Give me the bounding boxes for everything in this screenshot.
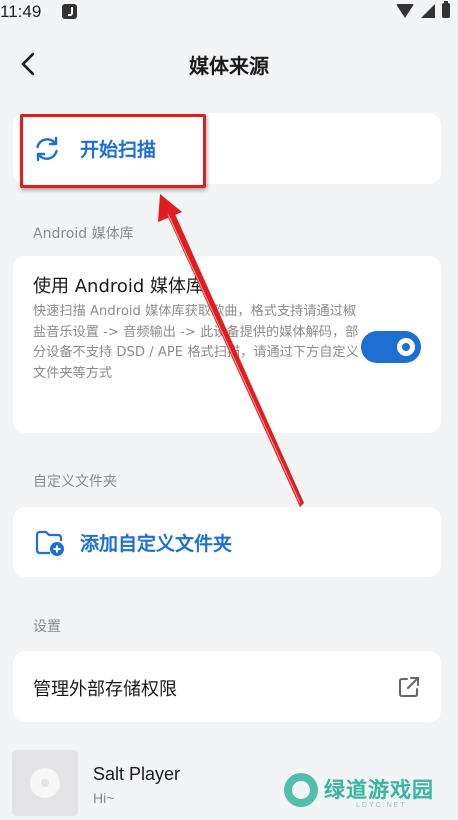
manage-storage-permission-label: 管理外部存储权限 <box>33 679 177 700</box>
watermark-subtext: LDYC.NET <box>356 802 407 809</box>
page-title: 媒体来源 <box>189 54 269 78</box>
toggle-knob <box>397 338 415 356</box>
status-icons <box>396 1 450 18</box>
player-title: Salt Player <box>93 764 181 784</box>
wifi-icon <box>396 3 414 18</box>
android-library-title: 使用 Android 媒体库 <box>33 276 205 297</box>
annotation-highlight-box <box>20 114 206 188</box>
add-custom-folder-button[interactable]: 添加自定义文件夹 <box>13 507 441 577</box>
player-subtitle: Hi~ <box>93 790 115 806</box>
android-library-toggle[interactable] <box>361 331 421 363</box>
external-link-icon[interactable] <box>398 676 420 698</box>
album-art <box>12 750 78 816</box>
android-library-description: 快速扫描 Android 媒体库获取歌曲，格式支持请通过椒盐音乐设置 -> 音频… <box>33 304 359 381</box>
notification-app-icon <box>62 4 77 19</box>
battery-icon <box>442 1 450 18</box>
disc-icon <box>30 768 60 798</box>
custom-folder-heading: 自定义文件夹 <box>33 474 117 490</box>
status-bar: 11:49 <box>0 0 458 26</box>
signal-icon <box>421 3 435 18</box>
settings-heading: 设置 <box>33 619 61 635</box>
android-library-heading: Android 媒体库 <box>33 226 134 242</box>
manage-storage-permission-item[interactable]: 管理外部存储权限 <box>13 651 441 722</box>
watermark-text: 绿道游戏园 <box>324 778 434 802</box>
header: 媒体来源 <box>0 36 458 92</box>
status-time: 11:49 <box>0 2 42 21</box>
add-custom-folder-label: 添加自定义文件夹 <box>80 533 233 555</box>
watermark-logo-icon <box>284 773 318 807</box>
folder-add-icon <box>35 529 65 557</box>
watermark: 绿道游戏园 LDYC.NET <box>282 770 452 816</box>
android-library-card: 使用 Android 媒体库 快速扫描 Android 媒体库获取歌曲，格式支持… <box>13 256 441 433</box>
